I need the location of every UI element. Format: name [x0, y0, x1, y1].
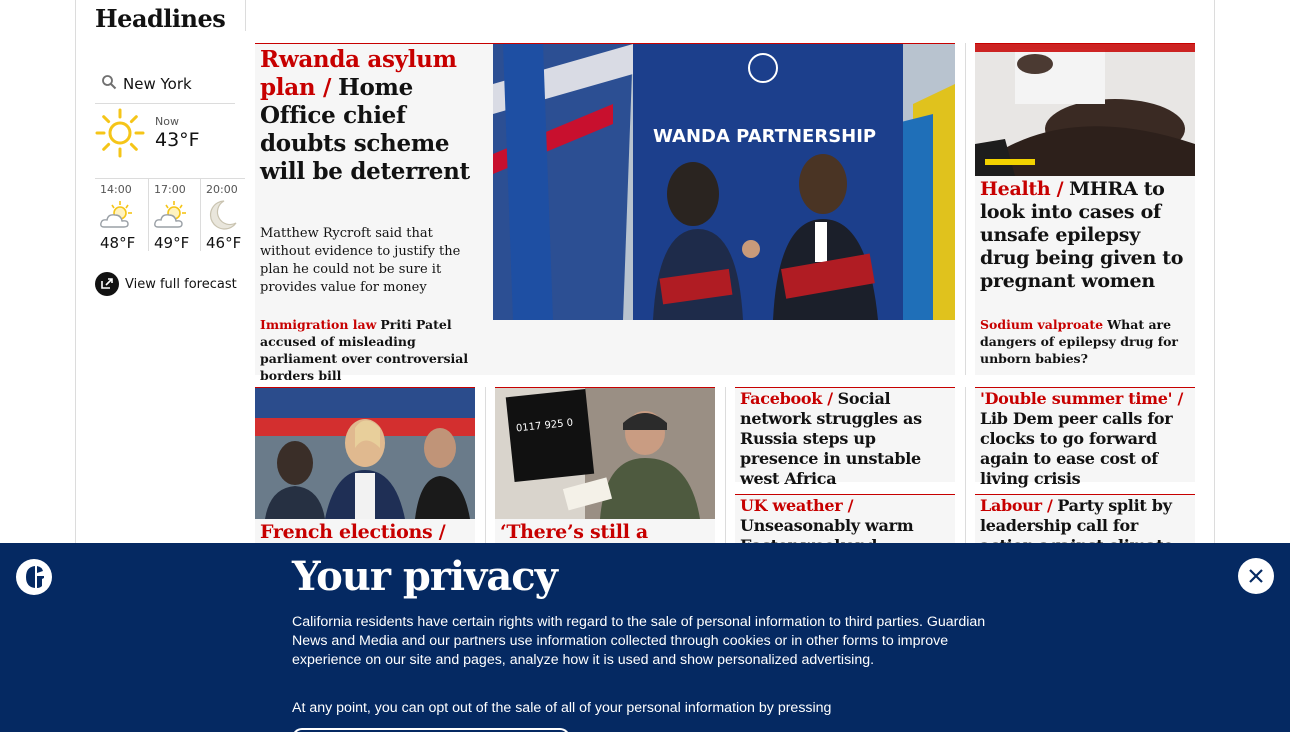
related-kicker: Sodium valproate: [980, 317, 1104, 332]
weather-hour-1: 14:00 48°F: [95, 179, 147, 252]
hour-time: 20:00: [206, 183, 238, 196]
column-divider: [965, 43, 966, 375]
weather-hourly: 14:00 48°F 17:00 49°F 20:00 46°F: [95, 178, 245, 252]
summer-time-headline-text: Lib Dem peer calls for clocks to go forw…: [980, 409, 1173, 488]
weather-location-search[interactable]: New York: [95, 70, 235, 104]
lead-story-image[interactable]: WANDA PARTNERSHIP: [493, 44, 955, 320]
weather-now-temp: 43°F: [155, 129, 200, 151]
related-kicker: Immigration law: [260, 317, 377, 332]
french-story-card[interactable]: French elections / EU: [255, 387, 475, 566]
search-icon: [102, 75, 117, 90]
french-kicker: French elections /: [260, 521, 446, 543]
moon-icon: [209, 200, 237, 230]
health-headline[interactable]: Health / MHRA to look into cases of unsa…: [980, 178, 1192, 293]
health-kicker: Health /: [980, 178, 1064, 200]
svg-text:WANDA PARTNERSHIP: WANDA PARTNERSHIP: [653, 126, 876, 147]
column-divider: [485, 387, 486, 547]
summer-time-story-card[interactable]: 'Double summer time' / Lib Dem peer call…: [975, 387, 1195, 488]
privacy-consent-banner: Your privacy California residents have c…: [0, 543, 1290, 732]
summer-time-kicker: 'Double summer time' /: [980, 389, 1184, 408]
column-divider: [965, 387, 966, 547]
quote-story-image[interactable]: 0117 925 0: [495, 388, 715, 519]
weather-location: New York: [123, 75, 192, 93]
hour-temp: 48°F: [100, 234, 136, 252]
hour-time: 17:00: [154, 183, 186, 196]
health-story-image[interactable]: [975, 44, 1195, 176]
lead-story-card[interactable]: Rwanda asylum plan / Home Office chief d…: [255, 43, 955, 383]
weather-hour-3: 20:00 46°F: [200, 179, 245, 252]
forecast-label: View full forecast: [125, 276, 237, 292]
close-icon: [1249, 569, 1263, 583]
section-title: Headlines: [95, 4, 226, 33]
lead-headline[interactable]: Rwanda asylum plan / Home Office chief d…: [260, 46, 485, 186]
title-divider: [245, 0, 246, 31]
sun-cloud-icon: [100, 201, 132, 228]
consent-body-optout: At any point, you can opt out of the sal…: [292, 700, 832, 716]
sun-icon: [95, 108, 145, 158]
hour-time: 14:00: [100, 183, 132, 196]
facebook-story-card[interactable]: Facebook / Social network struggles as R…: [735, 387, 955, 488]
sun-cloud-icon: [154, 201, 186, 228]
guardian-logo-icon: [16, 559, 52, 595]
quote-headline[interactable]: ‘There’s still a: [500, 521, 712, 544]
health-related-link[interactable]: Sodium valproate What are dangers of epi…: [980, 316, 1192, 367]
french-story-image[interactable]: [255, 388, 475, 519]
consent-title: Your privacy: [292, 553, 558, 600]
column-divider: [725, 387, 726, 547]
hour-temp: 49°F: [154, 234, 190, 252]
external-link-icon: [95, 272, 119, 296]
consent-action-button[interactable]: [292, 728, 570, 732]
quote-headline-text: ‘There’s still a: [500, 521, 648, 543]
summer-time-headline[interactable]: 'Double summer time' / Lib Dem peer call…: [980, 389, 1192, 489]
weather-now-label: Now: [155, 115, 179, 128]
facebook-kicker: Facebook /: [740, 389, 833, 408]
lead-standfirst: Matthew Rycroft said that without eviden…: [260, 226, 461, 295]
hour-temp: 46°F: [206, 234, 242, 252]
close-banner-button[interactable]: [1238, 558, 1274, 594]
lead-related-link[interactable]: Immigration law Priti Patel accused of m…: [260, 316, 485, 384]
uk-weather-kicker: UK weather /: [740, 496, 854, 515]
health-story-card[interactable]: Health / MHRA to look into cases of unsa…: [975, 43, 1195, 375]
labour-kicker: Labour /: [980, 496, 1053, 515]
consent-body: California residents have certain rights…: [292, 614, 986, 668]
facebook-headline[interactable]: Facebook / Social network struggles as R…: [740, 389, 952, 489]
quote-story-card[interactable]: 0117 925 0 ‘There’s still a: [495, 387, 715, 547]
weather-hour-2: 17:00 49°F: [148, 179, 200, 252]
view-full-forecast-link[interactable]: View full forecast: [95, 272, 237, 296]
